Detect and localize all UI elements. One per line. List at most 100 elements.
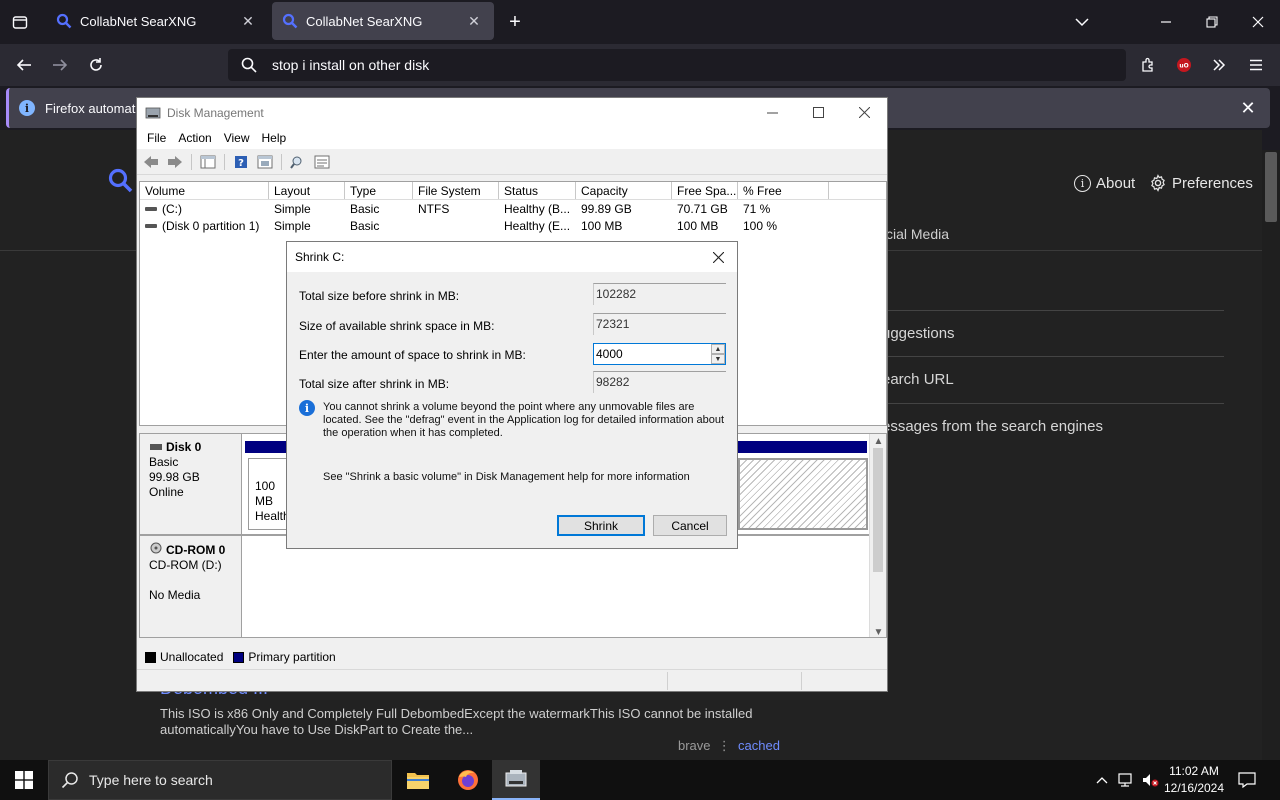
tab-list-button[interactable] [6,10,34,34]
list-view-icon[interactable] [312,153,332,171]
col-free-space[interactable]: Free Spa... [672,182,738,199]
about-link[interactable]: i About [1074,172,1135,194]
total-after-value: 98282 [593,371,726,393]
browser-tab-1[interactable]: CollabNet SearXNG ✕ [46,2,268,40]
toolbar-separator [224,153,225,170]
dialog-close-button[interactable] [703,244,733,270]
puzzle-icon [1142,57,1153,72]
disk-management-icon [145,107,161,118]
new-tab-button[interactable]: + [503,11,527,33]
start-button[interactable] [0,760,48,800]
cancel-button[interactable]: Cancel [653,515,727,536]
window-title: Disk Management [167,105,264,120]
forward-arrow-icon [53,59,68,71]
disk-view-scrollbar[interactable]: ▲ ▼ [869,434,886,638]
preferences-link[interactable]: Preferences [1149,172,1253,194]
col-status[interactable]: Status [499,182,576,199]
page-scrollbar[interactable] [1262,150,1280,760]
browser-tab-2[interactable]: CollabNet SearXNG ✕ [272,2,494,40]
address-bar[interactable]: stop i install on other disk [228,49,1126,81]
rescan-disk-icon[interactable] [288,153,308,171]
scroll-thumb[interactable] [1265,152,1277,222]
back-arrow-icon[interactable] [141,153,161,171]
taskbar-clock[interactable]: 11:02 AM 12/16/2024 [1158,763,1230,797]
svg-text:uO: uO [1179,63,1188,70]
pref-tab-social-media[interactable]: cial Media [886,226,949,242]
volume-row[interactable]: (Disk 0 partition 1) Simple Basic Health… [140,217,886,234]
overflow-menu-button[interactable] [1205,52,1233,78]
disk-icon [150,444,162,450]
dm-close-button[interactable] [841,98,887,127]
reload-button[interactable] [82,52,110,78]
taskbar-search-placeholder: Type here to search [89,772,213,788]
searxng-logo-icon[interactable] [108,168,134,201]
toolbar-separator [281,153,282,170]
taskbar-firefox[interactable] [444,760,492,800]
close-icon [858,107,870,118]
result-cached-link[interactable]: cached [738,738,780,753]
forward-button[interactable] [46,52,74,78]
app-menu-button[interactable] [1242,52,1270,78]
volume-drive-icon [145,206,157,211]
taskbar-file-explorer[interactable] [394,760,442,800]
taskbar-search-box[interactable]: Type here to search [48,760,392,800]
shrink-amount-stepper[interactable]: ▲ ▼ [711,344,725,364]
disk-0-partition-c-selected[interactable] [738,458,868,530]
chevron-down-icon [1075,18,1089,27]
hamburger-menu-icon [1250,59,1262,71]
col-capacity[interactable]: Capacity [576,182,672,199]
dialog-title-bar[interactable]: Shrink C: [287,242,737,272]
shrink-button[interactable]: Shrink [557,515,645,536]
cdrom-0-label[interactable]: CD-ROM 0 CD-ROM (D:) No Media [140,536,242,637]
info-icon: i [299,400,315,416]
close-icon [1252,16,1264,28]
tray-network[interactable] [1116,760,1138,800]
list-all-tabs-button[interactable] [1070,10,1094,34]
help-icon[interactable]: ? [231,153,251,171]
shrink-amount-input[interactable]: 4000 [593,343,726,365]
forward-arrow-icon[interactable] [165,153,185,171]
result-description: This ISO is x86 Only and Completely Full… [160,706,753,737]
volume-drive-icon [145,223,157,228]
col-file-system[interactable]: File System [413,182,499,199]
pref-row-engine-messages[interactable]: essages from the search engines [882,403,1224,449]
scroll-up-icon[interactable]: ▲ [870,434,886,448]
notification-close-button[interactable]: ✕ [1238,98,1258,118]
disk-0-label[interactable]: Disk 0 Basic 99.98 GB Online [140,434,242,534]
menu-help[interactable]: Help [256,131,293,145]
close-window-button[interactable] [1244,10,1272,34]
navigation-toolbar: stop i install on other disk uO [0,44,1280,86]
extensions-button[interactable] [1134,52,1162,78]
taskbar-disk-management[interactable] [492,760,540,800]
col-percent-free[interactable]: % Free [738,182,829,199]
pref-row-suggestions[interactable]: uggestions [882,310,1224,356]
minimize-button[interactable] [1152,10,1180,34]
volume-row[interactable]: (C:) Simple Basic NTFS Healthy (B... 99.… [140,200,886,217]
search-icon [238,54,260,76]
col-layout[interactable]: Layout [269,182,345,199]
tab-close-icon[interactable]: ✕ [238,11,258,31]
menu-view[interactable]: View [218,131,256,145]
dm-minimize-button[interactable] [749,98,795,127]
scroll-down-icon[interactable]: ▼ [870,625,886,638]
ublock-button[interactable]: uO [1170,52,1198,78]
firefox-icon [458,770,478,790]
col-type[interactable]: Type [345,182,413,199]
dm-maximize-button[interactable] [795,98,841,127]
menu-action[interactable]: Action [172,131,217,145]
scroll-thumb[interactable] [873,448,883,572]
back-button[interactable] [10,52,38,78]
col-volume[interactable]: Volume [140,182,269,199]
restore-button[interactable] [1198,10,1226,34]
tray-overflow-button[interactable] [1092,760,1112,800]
toolbar-separator [191,153,192,170]
menu-file[interactable]: File [141,131,172,145]
stepper-up-icon[interactable]: ▲ [711,344,725,354]
stepper-down-icon[interactable]: ▼ [711,354,725,364]
notification-center-button[interactable] [1236,760,1258,800]
properties-icon[interactable] [255,153,275,171]
console-tree-icon[interactable] [198,153,218,171]
back-arrow-icon [16,59,31,71]
pref-row-search-url[interactable]: earch URL [882,356,1224,402]
tab-close-icon[interactable]: ✕ [464,11,484,31]
